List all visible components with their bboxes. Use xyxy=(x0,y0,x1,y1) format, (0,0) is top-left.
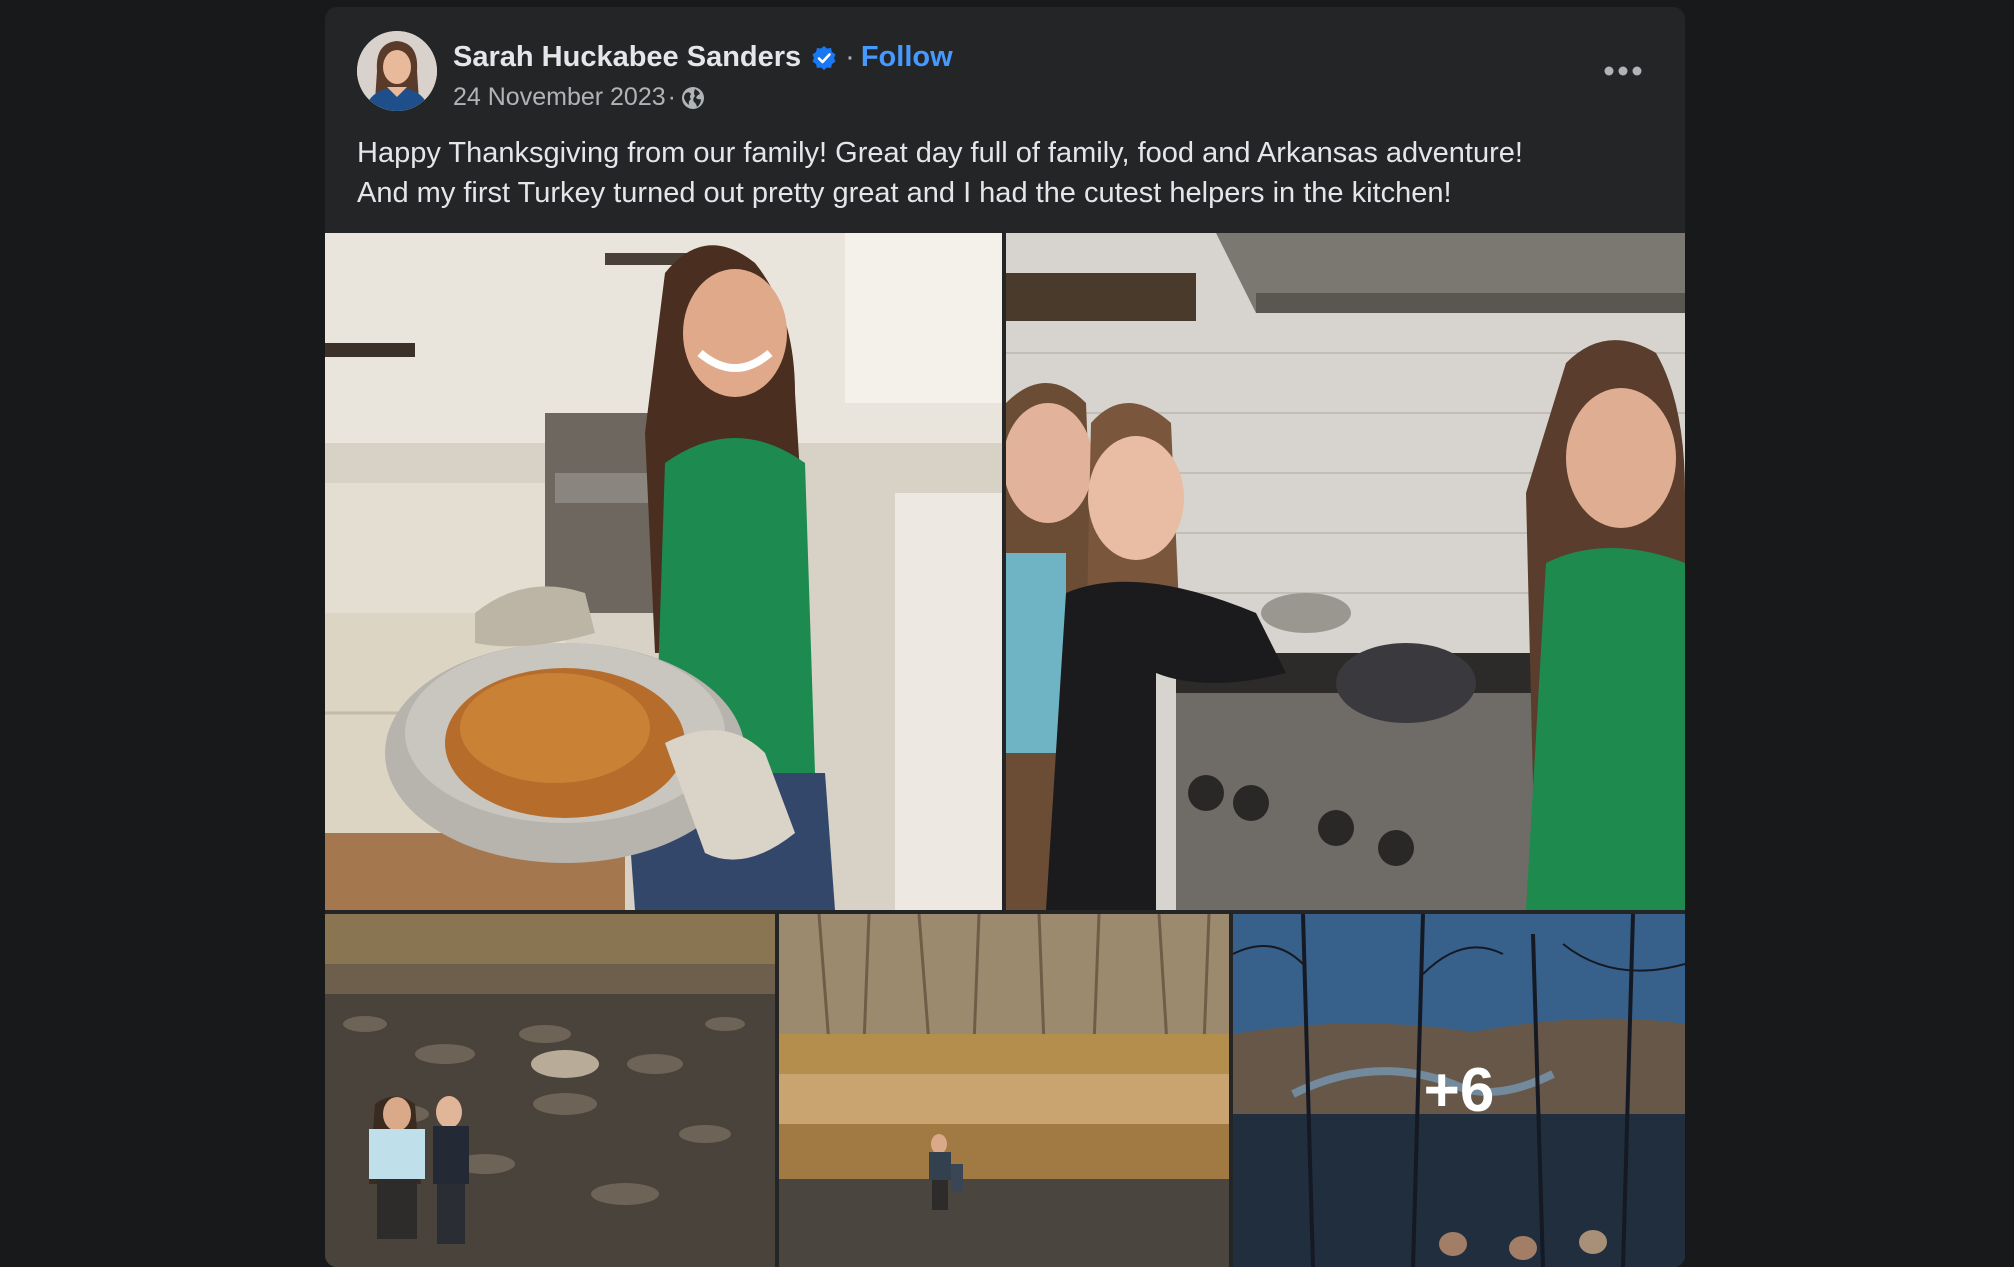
profile-photo-icon xyxy=(357,31,437,111)
photo-river[interactable] xyxy=(779,914,1229,1267)
post-meta: 24 November 2023 · xyxy=(453,83,706,112)
post-text: Happy Thanksgiving from our family! Grea… xyxy=(357,133,1657,213)
photo-river-image xyxy=(779,914,1229,1267)
post-card: Sarah Huckabee Sanders · Follow 24 Novem… xyxy=(325,7,1685,1267)
author-line: Sarah Huckabee Sanders · Follow xyxy=(453,41,953,74)
photo-turkey-image xyxy=(325,233,1002,910)
date-separator: · xyxy=(667,83,676,111)
photo-overlook[interactable]: +6 xyxy=(1233,914,1685,1267)
follow-button[interactable]: Follow xyxy=(861,41,953,74)
author-name[interactable]: Sarah Huckabee Sanders xyxy=(453,41,801,74)
verified-badge-icon xyxy=(811,45,837,71)
photo-kitchen-helpers[interactable] xyxy=(1006,233,1685,910)
post-header: Sarah Huckabee Sanders · Follow 24 Novem… xyxy=(357,31,1661,113)
post-text-line: Happy Thanksgiving from our family! Grea… xyxy=(357,137,1523,169)
photo-kitchen-helpers-image xyxy=(1006,233,1685,910)
photo-lakeshore-image xyxy=(325,914,775,1267)
post-date[interactable]: 24 November 2023 xyxy=(453,83,666,112)
globe-icon[interactable] xyxy=(680,85,706,111)
photo-lakeshore[interactable] xyxy=(325,914,775,1267)
author-avatar[interactable] xyxy=(357,31,437,111)
more-photos-overlay[interactable]: +6 xyxy=(1233,914,1685,1267)
more-options-icon xyxy=(1604,66,1642,76)
photo-turkey[interactable] xyxy=(325,233,1002,910)
post-text-line: And my first Turkey turned out pretty gr… xyxy=(357,177,1452,209)
separator-dot: · xyxy=(845,41,855,73)
more-options-button[interactable] xyxy=(1595,51,1651,91)
